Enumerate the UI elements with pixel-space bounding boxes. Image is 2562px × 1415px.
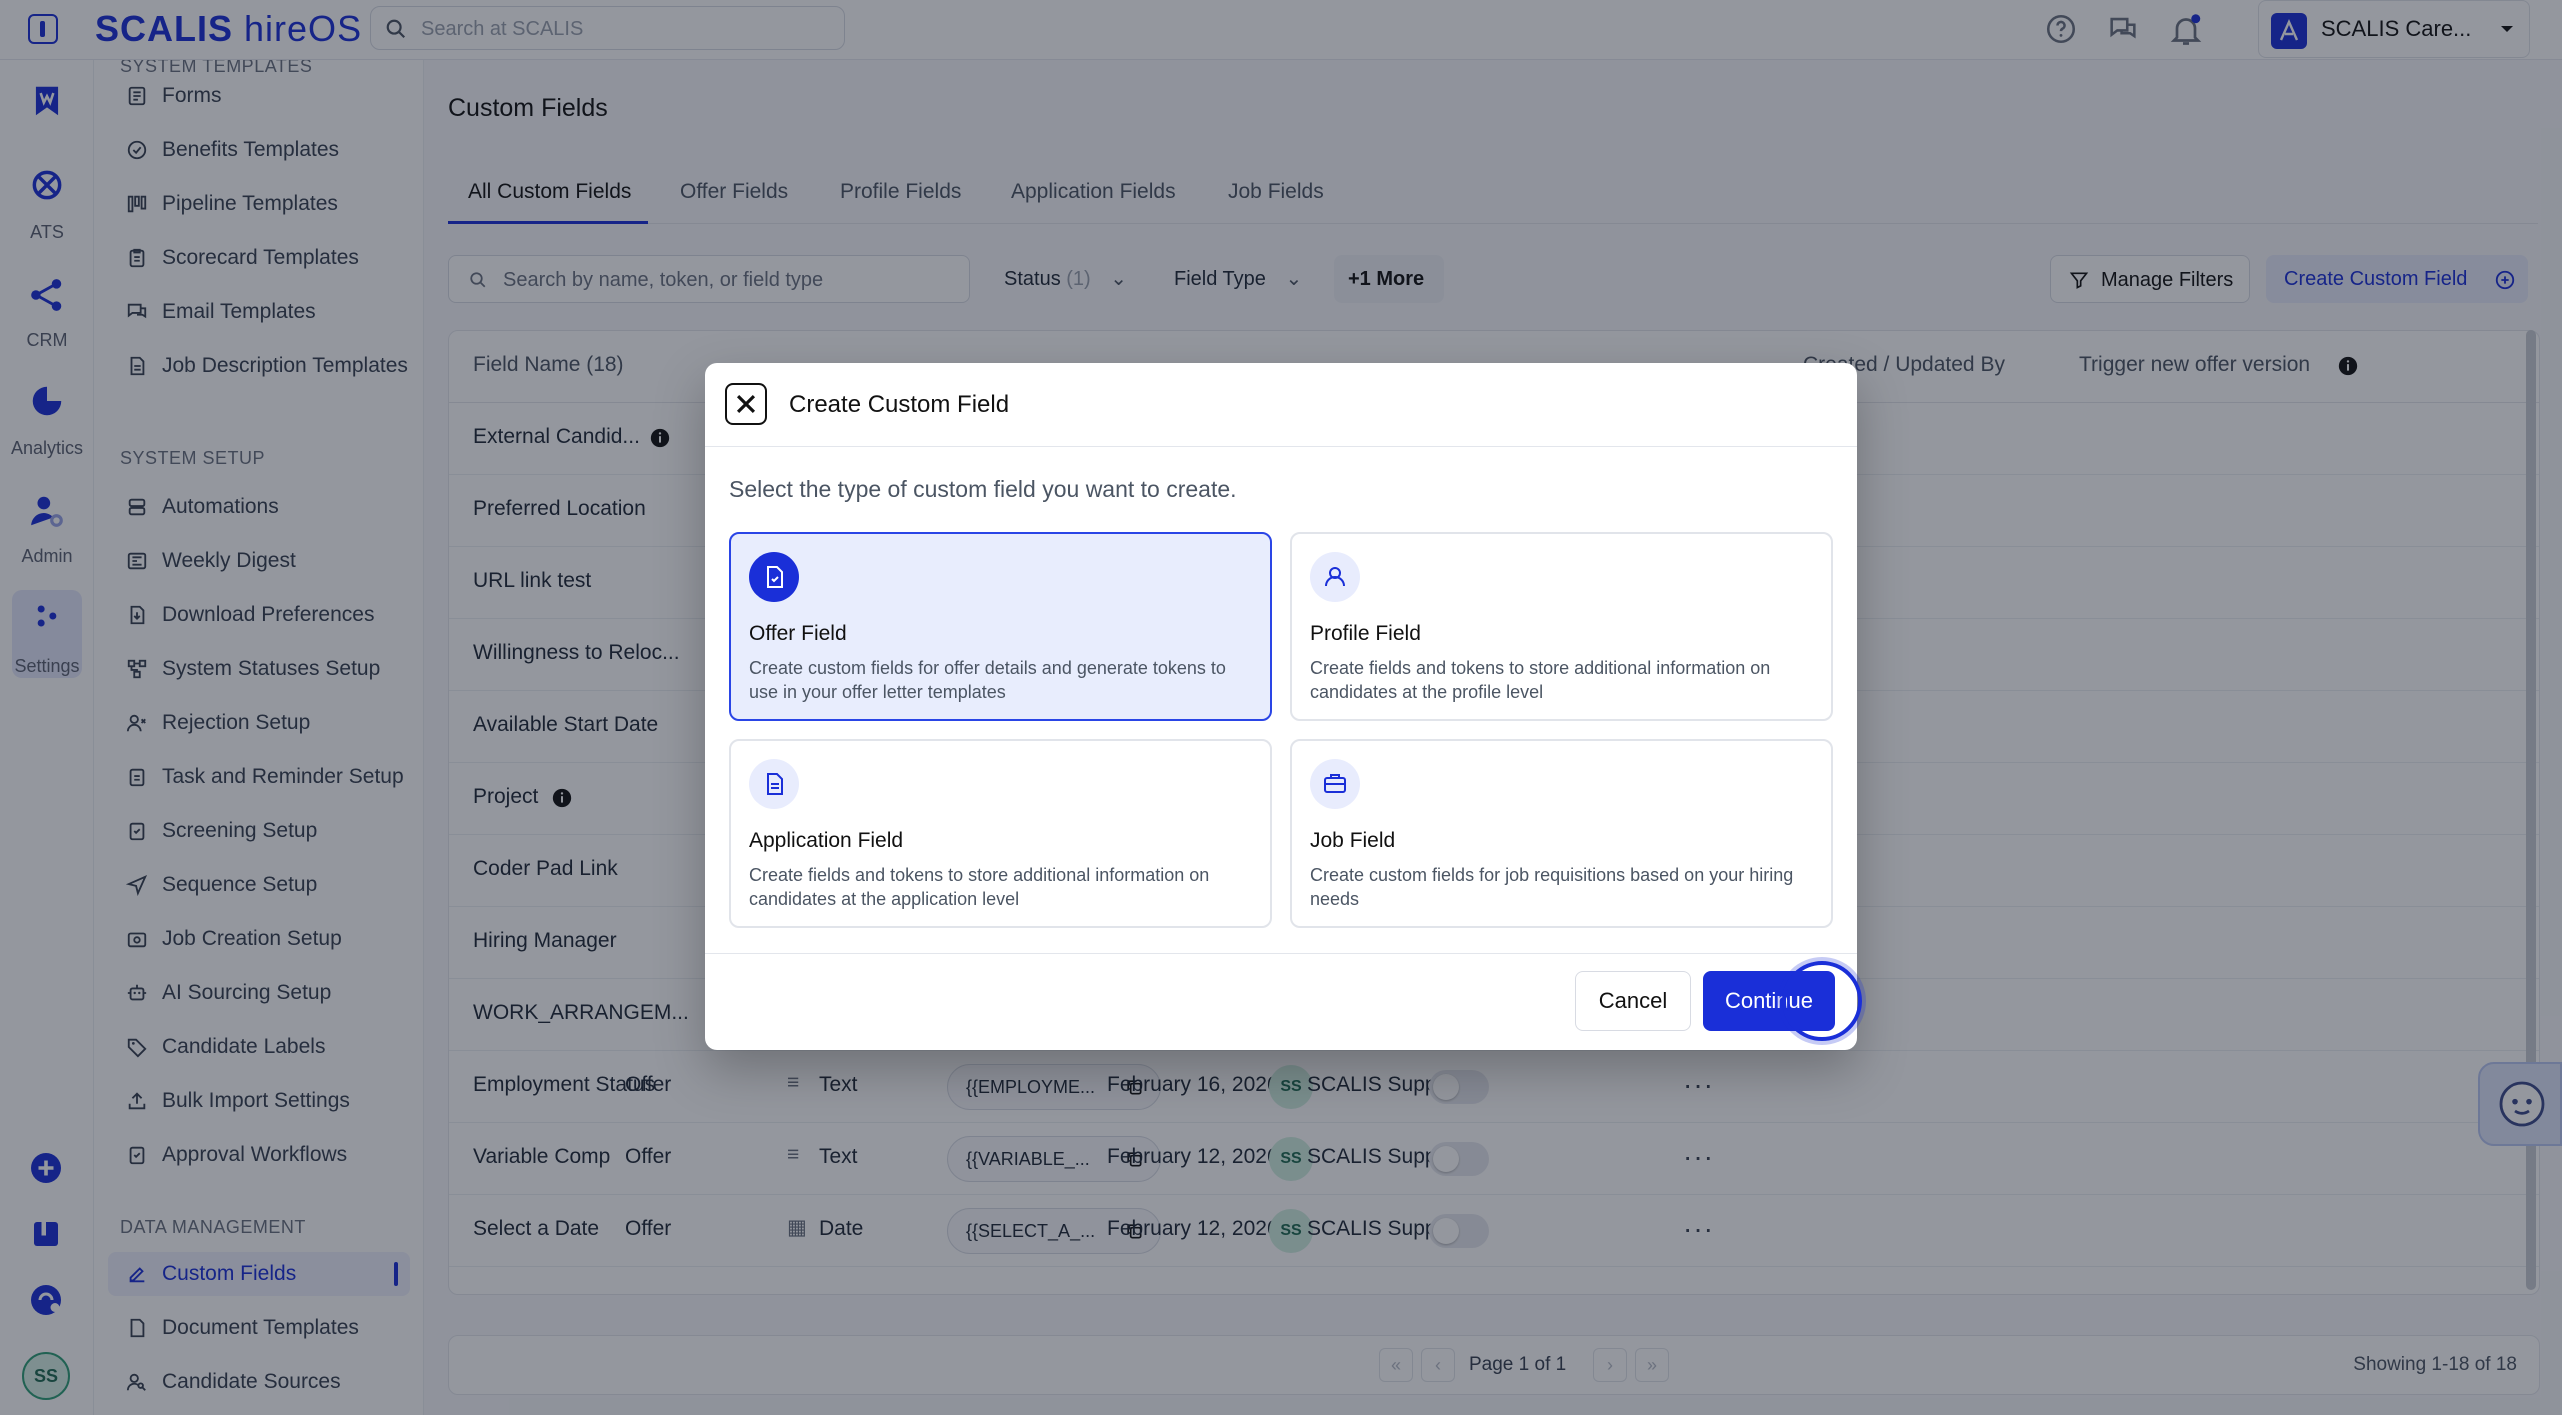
close-icon: [736, 394, 756, 414]
modal-header: Create Custom Field: [705, 363, 1857, 447]
cancel-button[interactable]: Cancel: [1575, 971, 1691, 1031]
option-title: Profile Field: [1310, 622, 1421, 645]
modal-footer-divider: [705, 953, 1857, 954]
option-description: Create fields and tokens to store additi…: [1310, 658, 1771, 702]
document-icon: [749, 552, 799, 602]
option-application-field[interactable]: Application Field Create fields and toke…: [729, 739, 1272, 928]
option-title: Offer Field: [749, 622, 847, 645]
click-highlight-ring: [1782, 961, 1862, 1041]
option-description: Create custom fields for offer details a…: [749, 658, 1226, 702]
option-profile-field[interactable]: Profile Field Create fields and tokens t…: [1290, 532, 1833, 721]
option-job-field[interactable]: Job Field Create custom fields for job r…: [1290, 739, 1833, 928]
option-description: Create custom fields for job requisition…: [1310, 865, 1794, 909]
modal-title: Create Custom Field: [789, 391, 1010, 418]
option-offer-field[interactable]: Offer Field Create custom fields for off…: [729, 532, 1272, 721]
modal-subtitle: Select the type of custom field you want…: [729, 476, 1237, 502]
person-icon: [1310, 552, 1360, 602]
option-title: Job Field: [1310, 829, 1396, 852]
create-custom-field-modal: Create Custom Field Select the type of c…: [705, 363, 1862, 1050]
file-icon: [749, 759, 799, 809]
close-button[interactable]: [725, 383, 767, 425]
option-title: Application Field: [749, 829, 904, 852]
briefcase-icon: [1310, 759, 1360, 809]
option-description: Create fields and tokens to store additi…: [749, 865, 1210, 909]
